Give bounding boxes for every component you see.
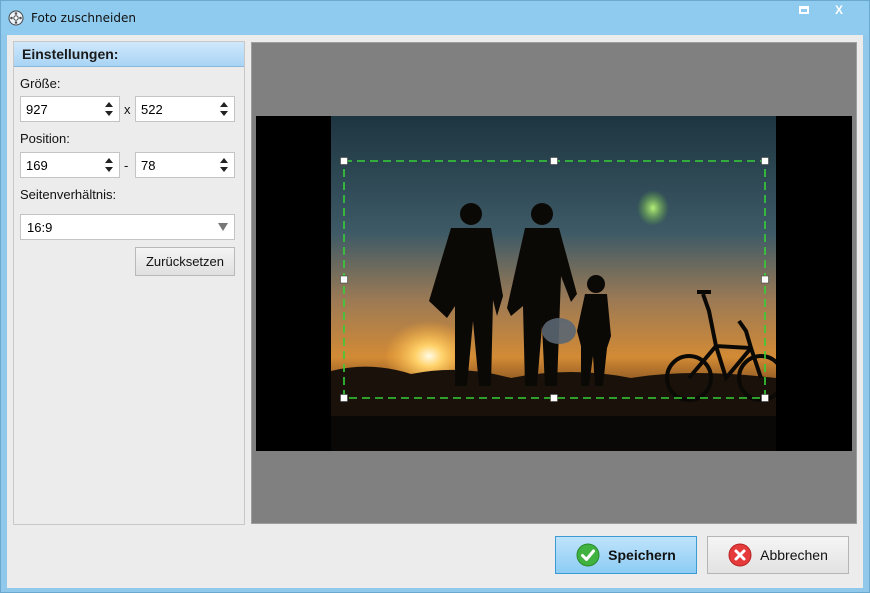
close-button[interactable]: X — [818, 1, 860, 19]
position-separator: - — [124, 158, 129, 173]
checkmark-icon — [576, 543, 600, 567]
position-label: Position: — [20, 131, 70, 146]
cancel-label: Abbrechen — [760, 547, 828, 563]
spin-arrows-icon[interactable] — [104, 156, 114, 174]
spin-arrows-icon[interactable] — [219, 100, 229, 118]
chevron-down-icon — [218, 223, 228, 231]
height-spinbox[interactable]: 522 — [135, 96, 235, 122]
image-canvas — [256, 116, 852, 451]
position-x-spinbox[interactable]: 169 — [20, 152, 120, 178]
position-y-spinbox[interactable]: 78 — [135, 152, 235, 178]
width-value: 927 — [26, 102, 48, 117]
maximize-icon — [799, 6, 809, 14]
reset-button[interactable]: Zurücksetzen — [135, 247, 235, 276]
save-button[interactable]: Speichern — [555, 536, 697, 574]
height-value: 522 — [141, 102, 163, 117]
spin-arrows-icon[interactable] — [104, 100, 114, 118]
settings-panel: Einstellungen: Größe: 927 x 522 Position… — [13, 41, 245, 525]
save-label: Speichern — [608, 547, 676, 563]
cancel-x-icon — [728, 543, 752, 567]
aspect-ratio-select[interactable]: 16:9 — [20, 214, 235, 240]
aspect-ratio-value: 16:9 — [27, 220, 53, 235]
spin-arrows-icon[interactable] — [219, 156, 229, 174]
dialog-window: Foto zuschneiden X Einstellungen: Größe:… — [0, 0, 870, 593]
width-spinbox[interactable]: 927 — [20, 96, 120, 122]
aspect-ratio-label: Seitenverhältnis: — [20, 187, 117, 202]
crop-app-icon — [8, 10, 24, 26]
title-bar[interactable]: Foto zuschneiden X — [1, 1, 869, 35]
preview-area — [251, 42, 857, 524]
window-title: Foto zuschneiden — [31, 11, 136, 25]
maximize-button[interactable] — [791, 1, 817, 19]
position-x-value: 169 — [26, 158, 48, 173]
size-separator: x — [124, 102, 131, 117]
settings-header: Einstellungen: — [14, 42, 244, 67]
dialog-client: Einstellungen: Größe: 927 x 522 Position… — [7, 35, 863, 588]
size-label: Größe: — [20, 76, 61, 91]
cancel-button[interactable]: Abbrechen — [707, 536, 849, 574]
position-y-value: 78 — [141, 158, 156, 173]
photo-preview — [331, 116, 776, 451]
